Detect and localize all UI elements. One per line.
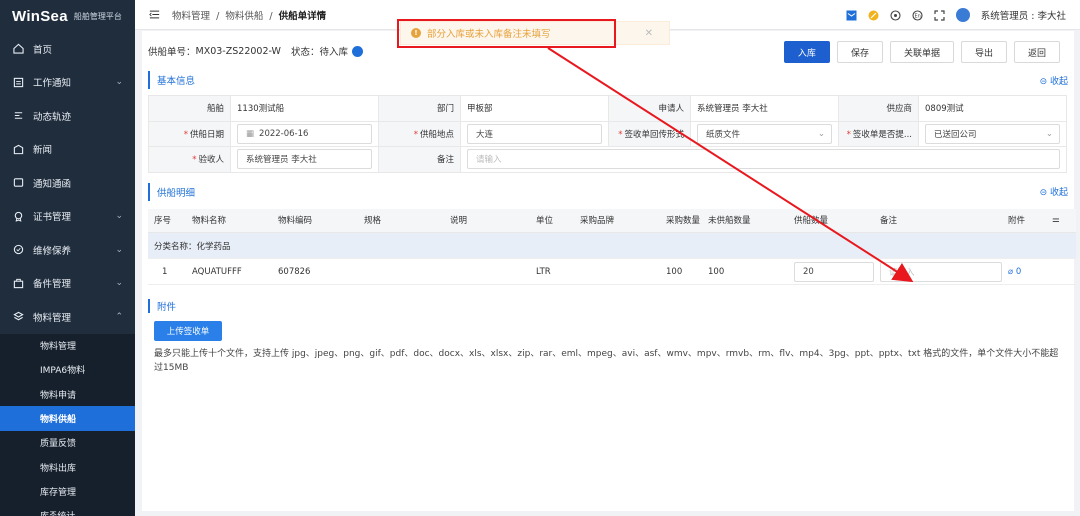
- annotation-arrow: [547, 47, 914, 283]
